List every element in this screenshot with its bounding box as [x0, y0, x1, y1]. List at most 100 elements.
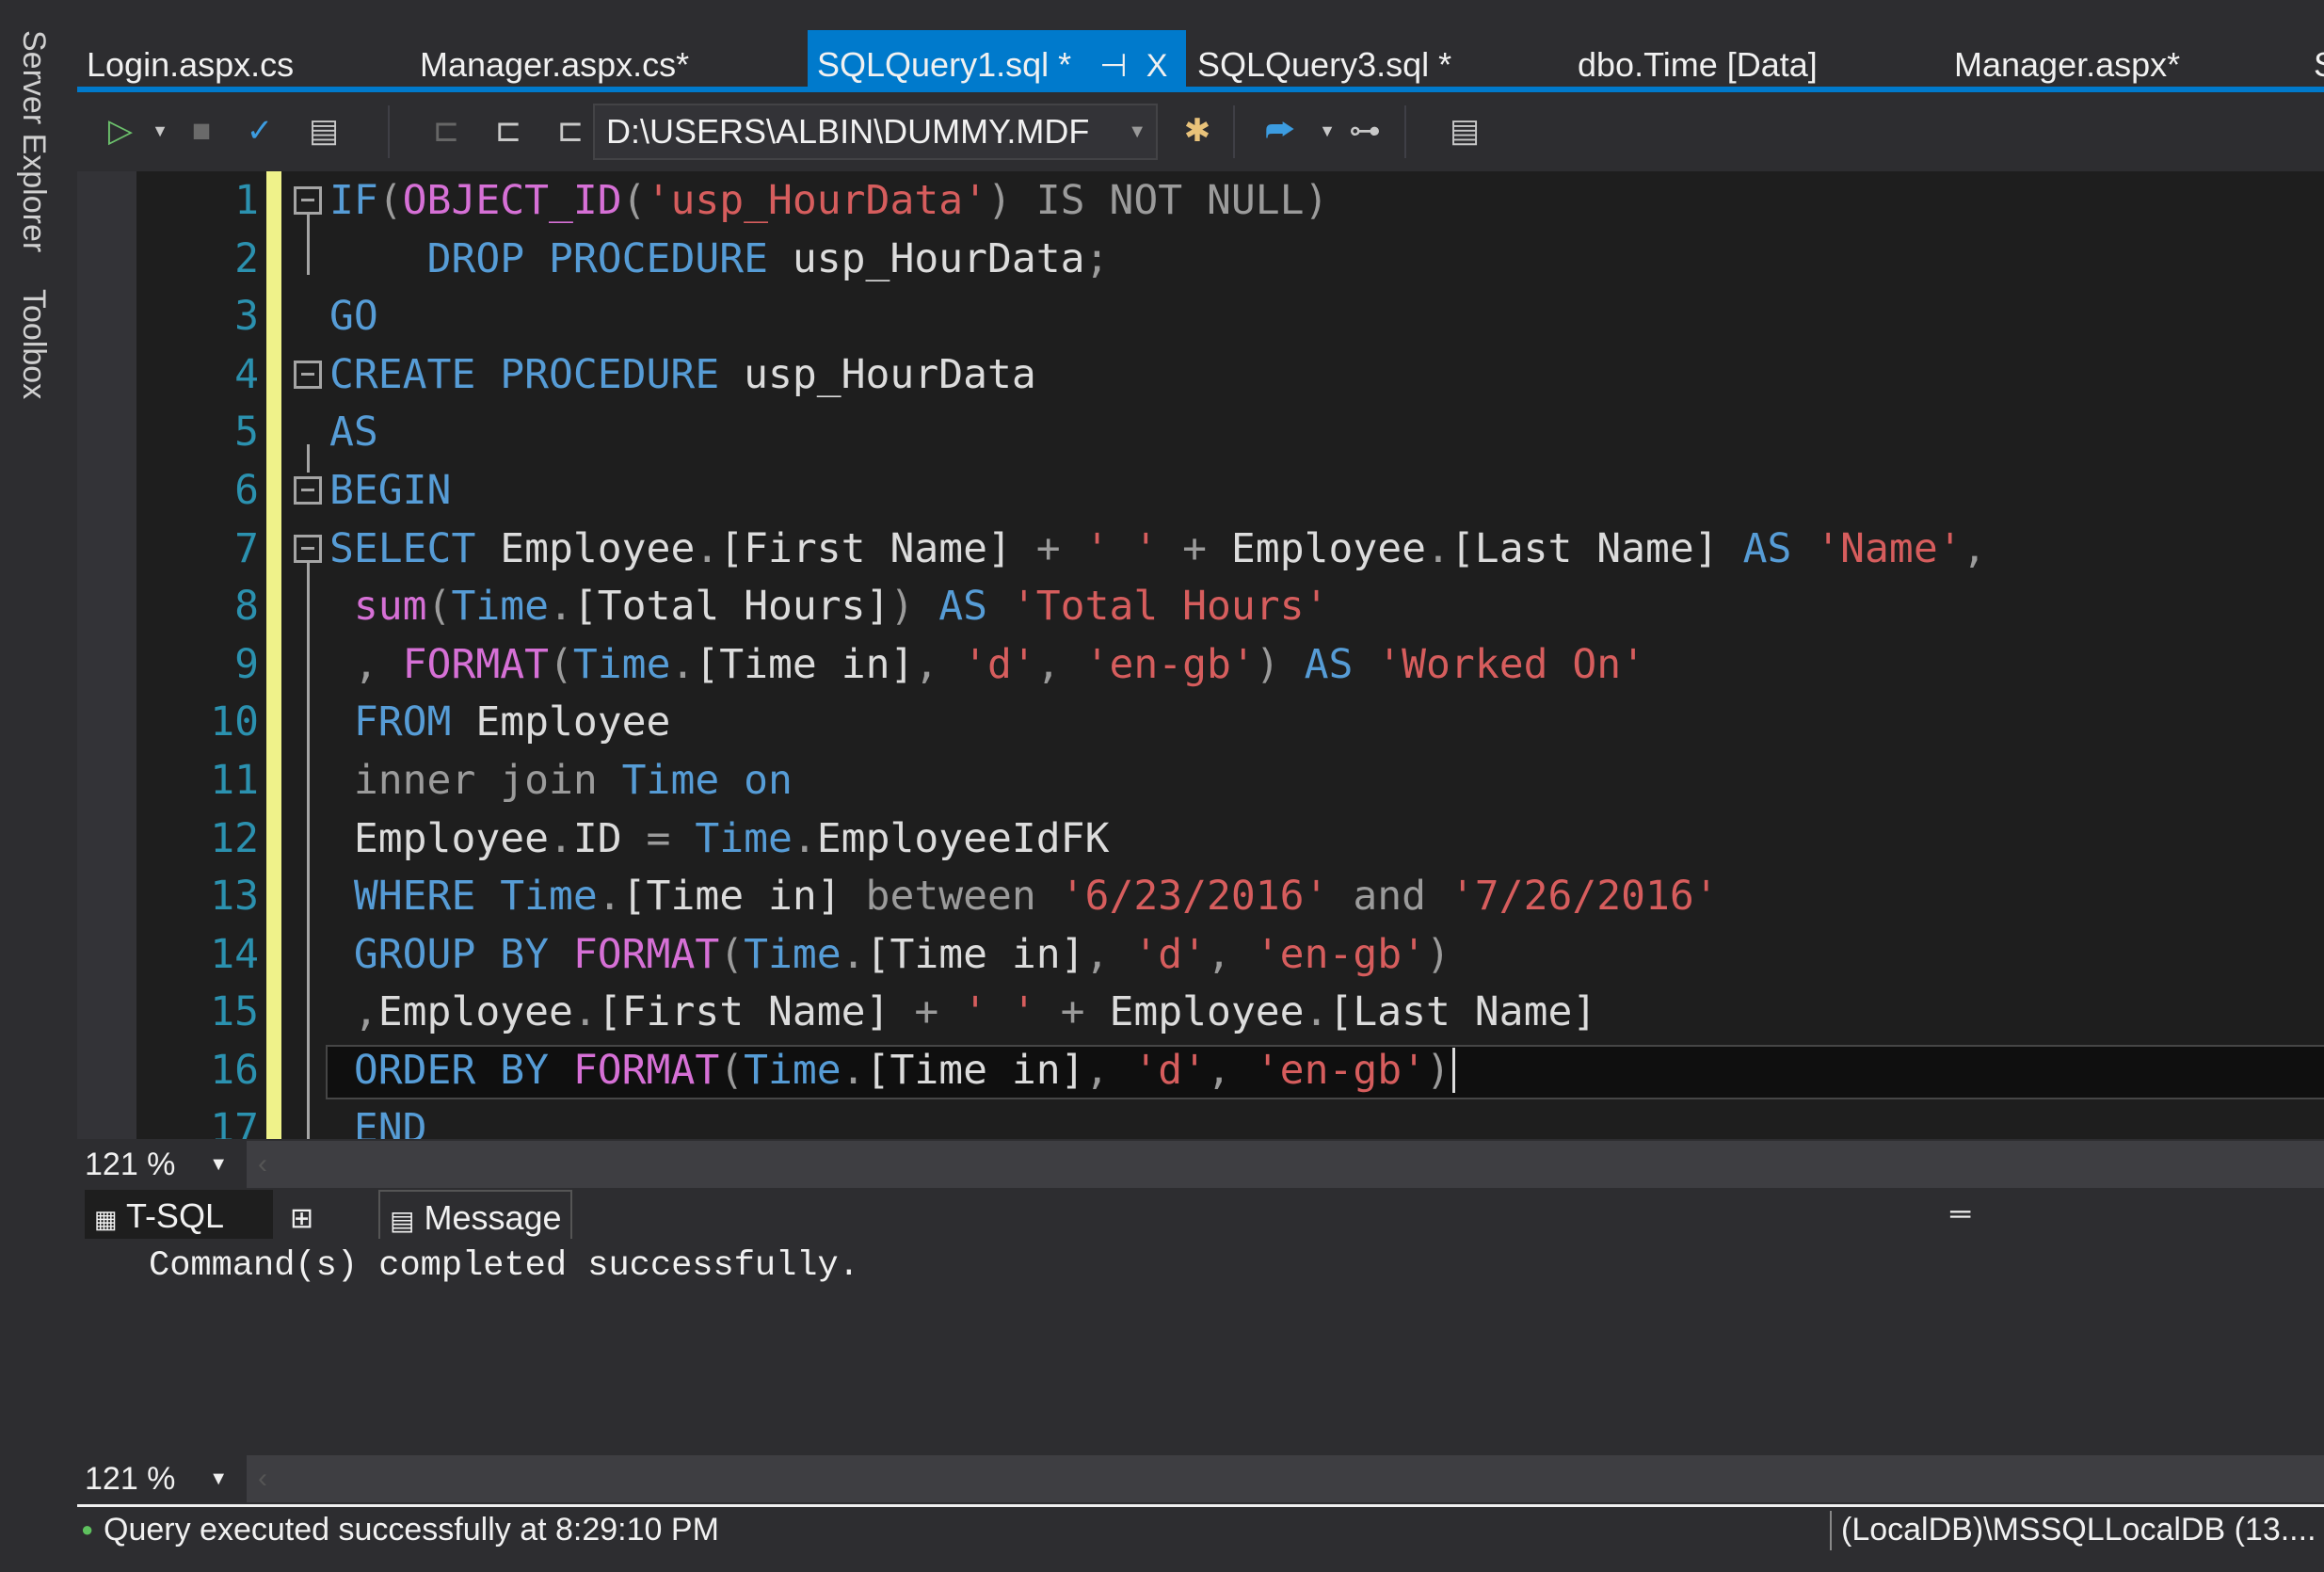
code-token: , [1207, 1047, 1256, 1094]
code-token: ( [426, 583, 452, 630]
code-token: usp_HourData [719, 351, 1036, 398]
code-line: AS [329, 403, 378, 461]
code-line: inner join Time on [329, 751, 793, 810]
collapse-icon[interactable] [294, 535, 322, 563]
code-line: CREATE PROCEDURE usp_HourData [329, 345, 1036, 404]
code-token: AS [1718, 525, 1817, 572]
query-status-bar: ● Query executed successfully at 8:29:10… [77, 1504, 2324, 1551]
toolbar-separator [388, 105, 390, 158]
dropdown-icon[interactable]: ▼ [139, 109, 181, 152]
editor-zoom-select[interactable]: 121 % ▼ [77, 1141, 247, 1188]
code-line: ORDER BY FORMAT(Time.[Time in], 'd', 'en… [329, 1041, 1450, 1099]
database-select[interactable]: D:\USERS\ALBIN\DUMMY.MDF ▼ [593, 104, 1158, 160]
line-number: 12 [210, 815, 259, 862]
chevron-down-icon: ▼ [1128, 121, 1146, 142]
fold-guide [307, 444, 310, 473]
tab-overflow[interactable]: S [2304, 30, 2324, 88]
zoom-value: 121 % [85, 1461, 176, 1497]
code-token: [Time in] [621, 873, 841, 920]
parse-check-icon[interactable]: ✓ [239, 109, 280, 152]
tab-message[interactable]: ▤ Message [378, 1190, 572, 1239]
code-token: [First Name] [597, 988, 890, 1035]
messages-pane: Command(s) completed successfully. [77, 1239, 2324, 1453]
scroll-left-icon[interactable]: ‹ [258, 1141, 267, 1188]
code-token: , [1207, 931, 1256, 978]
collapse-icon[interactable] [294, 476, 322, 505]
splitter-grip-icon[interactable]: ═ [1950, 1190, 1970, 1239]
scroll-left-icon[interactable]: ‹ [258, 1455, 267, 1502]
change-connection-icon[interactable]: ⊏ [550, 109, 591, 152]
tab-tsql[interactable]: ▦ T-SQL [85, 1190, 273, 1239]
tab-manager-aspx-cs[interactable]: Manager.aspx.cs* [410, 30, 689, 88]
tab-label: T-SQL [125, 1196, 224, 1235]
new-query-icon[interactable]: ✱ [1177, 109, 1218, 152]
collapse-icon[interactable] [294, 186, 322, 215]
fold-guide [307, 548, 310, 1139]
tab-login-aspx-cs[interactable]: Login.aspx.cs [77, 30, 294, 88]
code-token: '7/26/2016' [1450, 873, 1719, 920]
code-token: [First Name] [719, 525, 1012, 572]
code-token: , [1962, 525, 1987, 572]
code-token: ( [621, 177, 647, 224]
disconnect-icon[interactable]: ⊏ [425, 109, 467, 152]
toolbox-tab[interactable]: Toolbox [15, 289, 52, 399]
code-token: . [549, 815, 573, 862]
line-number: 6 [234, 467, 259, 514]
code-token: GROUP BY [329, 931, 549, 978]
code-token: ORDER BY [329, 1047, 549, 1094]
code-token: ( [377, 177, 403, 224]
code-token: SELECT [329, 525, 476, 572]
display-plan-icon[interactable]: ⊶ [1344, 109, 1386, 152]
code-token: EmployeeIdFK [816, 815, 1110, 862]
connect-icon[interactable]: ⊏ [488, 109, 529, 152]
code-token: and [1328, 873, 1450, 920]
code-token: [Total Hours] [572, 583, 890, 630]
code-token: Time [744, 931, 841, 978]
code-token: AS [914, 583, 1012, 630]
line-number: 11 [210, 757, 259, 804]
dropdown-icon[interactable]: ▼ [1306, 109, 1348, 152]
code-line: WHERE Time.[Time in] between '6/23/2016'… [329, 867, 1719, 925]
code-token: , [914, 641, 964, 688]
code-editor[interactable]: 1 IF(OBJECT_ID('usp_HourData') IS NOT NUL… [77, 171, 2324, 1139]
code-token: ' ' [1084, 525, 1159, 572]
editor-zoom-bar: 121 % ▼ ‹ [77, 1141, 2324, 1188]
code-token: 'en-gb' [1255, 1047, 1427, 1094]
code-token: 'en-gb' [1255, 931, 1427, 978]
chevron-down-icon: ▼ [209, 1154, 228, 1175]
tab-manager-aspx[interactable]: Manager.aspx* [1945, 30, 2180, 88]
results-to-icon[interactable]: ▤ [303, 109, 345, 152]
collapse-icon[interactable] [294, 361, 322, 389]
code-token: ) [1426, 931, 1450, 978]
code-token: IF [329, 177, 378, 224]
code-line: GROUP BY FORMAT(Time.[Time in], 'd', 'en… [329, 925, 1450, 984]
results-zoom-select[interactable]: 121 % ▼ [77, 1455, 247, 1502]
query-options-icon[interactable]: ▤ [1444, 109, 1485, 152]
tab-results-icon[interactable]: ⊞ [290, 1190, 346, 1239]
code-token: Time [451, 583, 550, 630]
code-line: SELECT Employee.[First Name] + ' ' + Emp… [329, 520, 1987, 578]
code-token: Employee [451, 698, 671, 746]
tab-sqlquery1[interactable]: SQLQuery1.sql * ⊣ X [808, 30, 1186, 88]
line-number: 15 [210, 988, 259, 1035]
code-token: inner join [329, 757, 598, 804]
include-plan-icon[interactable]: ⮫ [1259, 109, 1301, 152]
code-token: [Time in] [865, 1047, 1085, 1094]
tab-sqlquery3[interactable]: SQLQuery3.sql * [1188, 30, 1451, 88]
code-token: = [621, 815, 696, 862]
execute-icon[interactable]: ▷ [100, 109, 141, 152]
code-token: . [549, 583, 573, 630]
tab-dbo-time-data[interactable]: dbo.Time [Data] [1568, 30, 1818, 88]
code-token: ; [1084, 235, 1110, 282]
code-token: WHERE Time [329, 873, 598, 920]
zoom-value: 121 % [85, 1147, 176, 1182]
code-token: . [1426, 525, 1450, 572]
chevron-down-icon: ▼ [209, 1468, 228, 1489]
stop-icon[interactable]: ■ [181, 109, 222, 152]
code-token: 'Name' [1816, 525, 1963, 572]
server-explorer-tab[interactable]: Server Explorer [15, 30, 52, 252]
status-divider [1830, 1511, 1832, 1550]
line-number: 5 [234, 409, 259, 456]
code-token: 'd' [963, 641, 1036, 688]
code-token: ID [572, 815, 622, 862]
